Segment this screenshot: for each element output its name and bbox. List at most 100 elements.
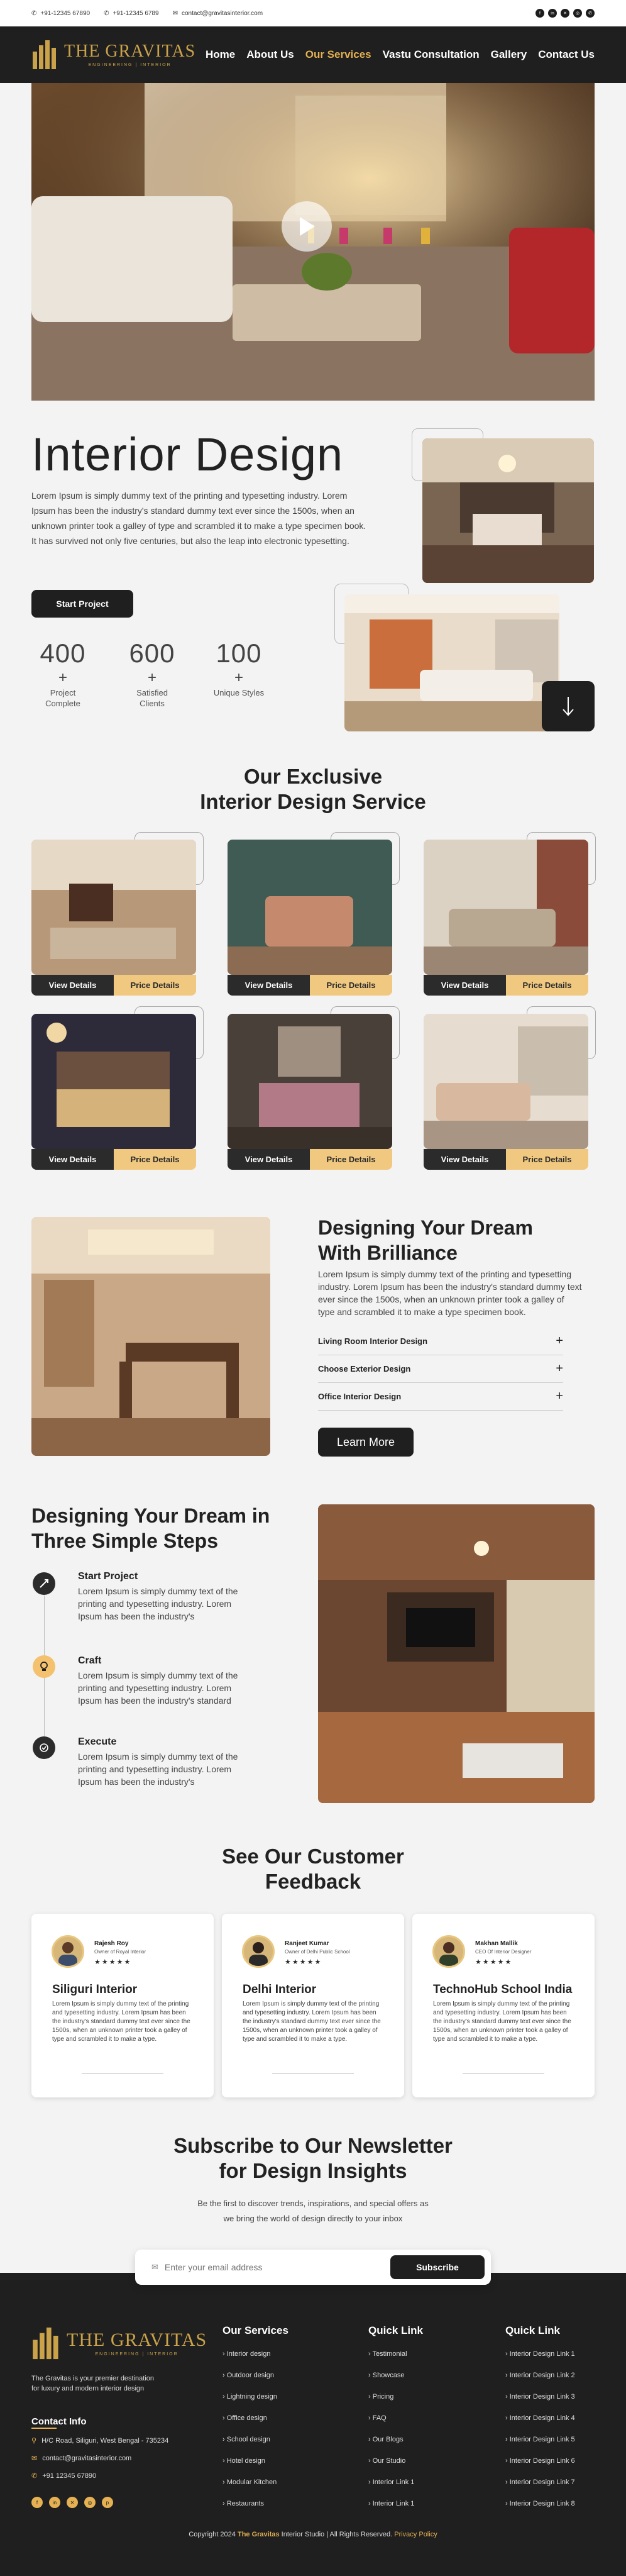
footer-link[interactable]: › School design	[222, 2429, 277, 2450]
newsletter-title: Subscribe to Our Newsletter for Design I…	[173, 2134, 453, 2182]
footer-link[interactable]: › Our Studio	[368, 2450, 414, 2472]
service-image[interactable]	[228, 1014, 392, 1149]
newsletter-form: ✉ Subscribe	[135, 2250, 491, 2285]
x-icon[interactable]: ✕	[67, 2497, 78, 2508]
play-icon	[300, 217, 315, 236]
avatar	[52, 1935, 84, 1968]
linkedin-icon[interactable]: in	[548, 9, 557, 18]
logo-subtitle: ENGINEERING | INTERIOR	[88, 62, 172, 67]
nav-gallery[interactable]: Gallery	[491, 48, 527, 61]
facebook-icon[interactable]: f	[31, 2497, 43, 2508]
footer-link[interactable]: › Our Blogs	[368, 2429, 414, 2450]
footer-link[interactable]: › Interior design	[222, 2343, 277, 2365]
site-logo[interactable]: THE GRAVITAS ENGINEERING | INTERIOR	[31, 39, 195, 70]
footer-link[interactable]: › Modular Kitchen	[222, 2472, 277, 2493]
step-title: Execute	[78, 1736, 117, 1747]
pinterest-icon[interactable]: p	[102, 2497, 113, 2508]
footer-link[interactable]: › Outdoor design	[222, 2365, 277, 2386]
topbar-email[interactable]: ✉ contact@gravitasinterior.com	[173, 10, 263, 17]
footer-link[interactable]: › Interior Design Link 6	[505, 2450, 575, 2472]
footer-link[interactable]: › Hotel design	[222, 2450, 277, 2472]
footer-link[interactable]: › Testimonial	[368, 2343, 414, 2365]
topbar-phone-2[interactable]: ✆ +91-12345 6789	[104, 10, 159, 17]
price-details-button[interactable]: Price Details	[506, 975, 588, 996]
view-details-button[interactable]: View Details	[424, 975, 506, 996]
accordion-exterior[interactable]: Choose Exterior Design +	[318, 1355, 563, 1383]
privacy-policy-link[interactable]: Privacy Policy	[394, 2531, 437, 2538]
price-details-button[interactable]: Price Details	[506, 1149, 588, 1170]
step-craft-icon	[33, 1655, 55, 1678]
nav-vastu-consultation[interactable]: Vastu Consultation	[383, 48, 480, 61]
nav-our-services[interactable]: Our Services	[305, 48, 371, 61]
logo-building-icon	[33, 40, 56, 69]
testimonial-card: Ranjeet Kumar Owner of Delhi Public Scho…	[222, 1914, 404, 2097]
footer-link[interactable]: › FAQ	[368, 2407, 414, 2429]
testimonial-card: Makhan Mallik CEO Of Interior Designer ★…	[412, 1914, 595, 2097]
view-details-button[interactable]: View Details	[31, 975, 114, 996]
mail-icon: ✉	[31, 2455, 38, 2462]
price-details-button[interactable]: Price Details	[310, 975, 392, 996]
accordion-living-room[interactable]: Living Room Interior Design +	[318, 1328, 563, 1355]
footer-link[interactable]: › Office design	[222, 2407, 277, 2429]
instagram-icon[interactable]: ◎	[84, 2497, 96, 2508]
footer-link[interactable]: › Interior Design Link 1	[505, 2343, 575, 2365]
view-details-button[interactable]: View Details	[228, 975, 310, 996]
facebook-icon[interactable]: f	[535, 9, 544, 18]
subscribe-button[interactable]: Subscribe	[390, 2255, 485, 2279]
scroll-down-button[interactable]	[542, 681, 595, 731]
footer-link[interactable]: › Interior Design Link 4	[505, 2407, 575, 2429]
whatsapp-icon[interactable]: ✆	[586, 9, 595, 18]
footer-phone[interactable]: ✆ +91 12345 67890	[31, 2472, 96, 2480]
footer-link[interactable]: › Interior Link 1	[368, 2493, 414, 2514]
start-project-button[interactable]: Start Project	[31, 590, 133, 618]
nav-about-us[interactable]: About Us	[246, 48, 294, 61]
step-start-icon	[33, 1572, 55, 1595]
footer-link[interactable]: › Showcase	[368, 2365, 414, 2386]
arrow-down-icon	[563, 697, 574, 716]
linkedin-icon[interactable]: in	[49, 2497, 60, 2508]
newsletter-email-input[interactable]	[164, 2262, 390, 2272]
step-text: Lorem Ipsum is simply dummy text of the …	[78, 1752, 238, 1787]
view-details-button[interactable]: View Details	[228, 1149, 310, 1170]
x-icon[interactable]: ✕	[561, 9, 569, 18]
plus-icon: +	[556, 1362, 563, 1375]
service-image[interactable]	[228, 840, 392, 975]
rating-stars: ★★★★★	[285, 1958, 322, 1966]
footer-link[interactable]: › Interior Design Link 8	[505, 2493, 575, 2514]
footer-services-title: Our Services	[222, 2324, 288, 2336]
play-button[interactable]	[282, 201, 332, 252]
footer-link[interactable]: › Interior Design Link 2	[505, 2365, 575, 2386]
service-card: View Details Price Details	[424, 832, 596, 996]
price-details-button[interactable]: Price Details	[114, 1149, 196, 1170]
topbar-phone-1[interactable]: ✆ +91-12345 67890	[31, 10, 90, 17]
nav-home[interactable]: Home	[206, 48, 235, 61]
price-details-button[interactable]: Price Details	[114, 975, 196, 996]
footer-link[interactable]: › Interior Design Link 5	[505, 2429, 575, 2450]
footer-link[interactable]: › Interior Design Link 3	[505, 2386, 575, 2407]
services-title: Our Exclusive Interior Design Service	[200, 765, 426, 813]
instagram-icon[interactable]: ◎	[573, 9, 582, 18]
footer-email[interactable]: ✉ contact@gravitasinterior.com	[31, 2454, 131, 2463]
footer-quicklink-title: Quick Link	[368, 2324, 423, 2336]
footer-link[interactable]: › Interior Design Link 7	[505, 2472, 575, 2493]
service-card: View Details Price Details	[31, 1006, 204, 1170]
footer-link[interactable]: › Pricing	[368, 2386, 414, 2407]
view-details-button[interactable]: View Details	[424, 1149, 506, 1170]
learn-more-button[interactable]: Learn More	[318, 1428, 414, 1457]
nav-contact-us[interactable]: Contact Us	[538, 48, 595, 61]
view-details-button[interactable]: View Details	[31, 1149, 114, 1170]
service-image[interactable]	[424, 1014, 588, 1149]
service-image[interactable]	[31, 1014, 196, 1149]
intro-text: Lorem Ipsum is simply dummy text of the …	[31, 491, 366, 546]
footer-link[interactable]: › Lightning design	[222, 2386, 277, 2407]
dream-text: Lorem Ipsum is simply dummy text of the …	[318, 1269, 582, 1317]
footer-link[interactable]: › Interior Link 1	[368, 2472, 414, 2493]
price-details-button[interactable]: Price Details	[310, 1149, 392, 1170]
service-image[interactable]	[31, 840, 196, 975]
service-image[interactable]	[424, 840, 588, 975]
lounge-image	[318, 1504, 595, 1803]
footer-logo[interactable]: THE GRAVITAS ENGINEERING | INTERIOR	[31, 2326, 207, 2361]
accordion-office[interactable]: Office Interior Design +	[318, 1383, 563, 1411]
rating-stars: ★★★★★	[94, 1958, 132, 1966]
footer-link[interactable]: › Restaurants	[222, 2493, 277, 2514]
